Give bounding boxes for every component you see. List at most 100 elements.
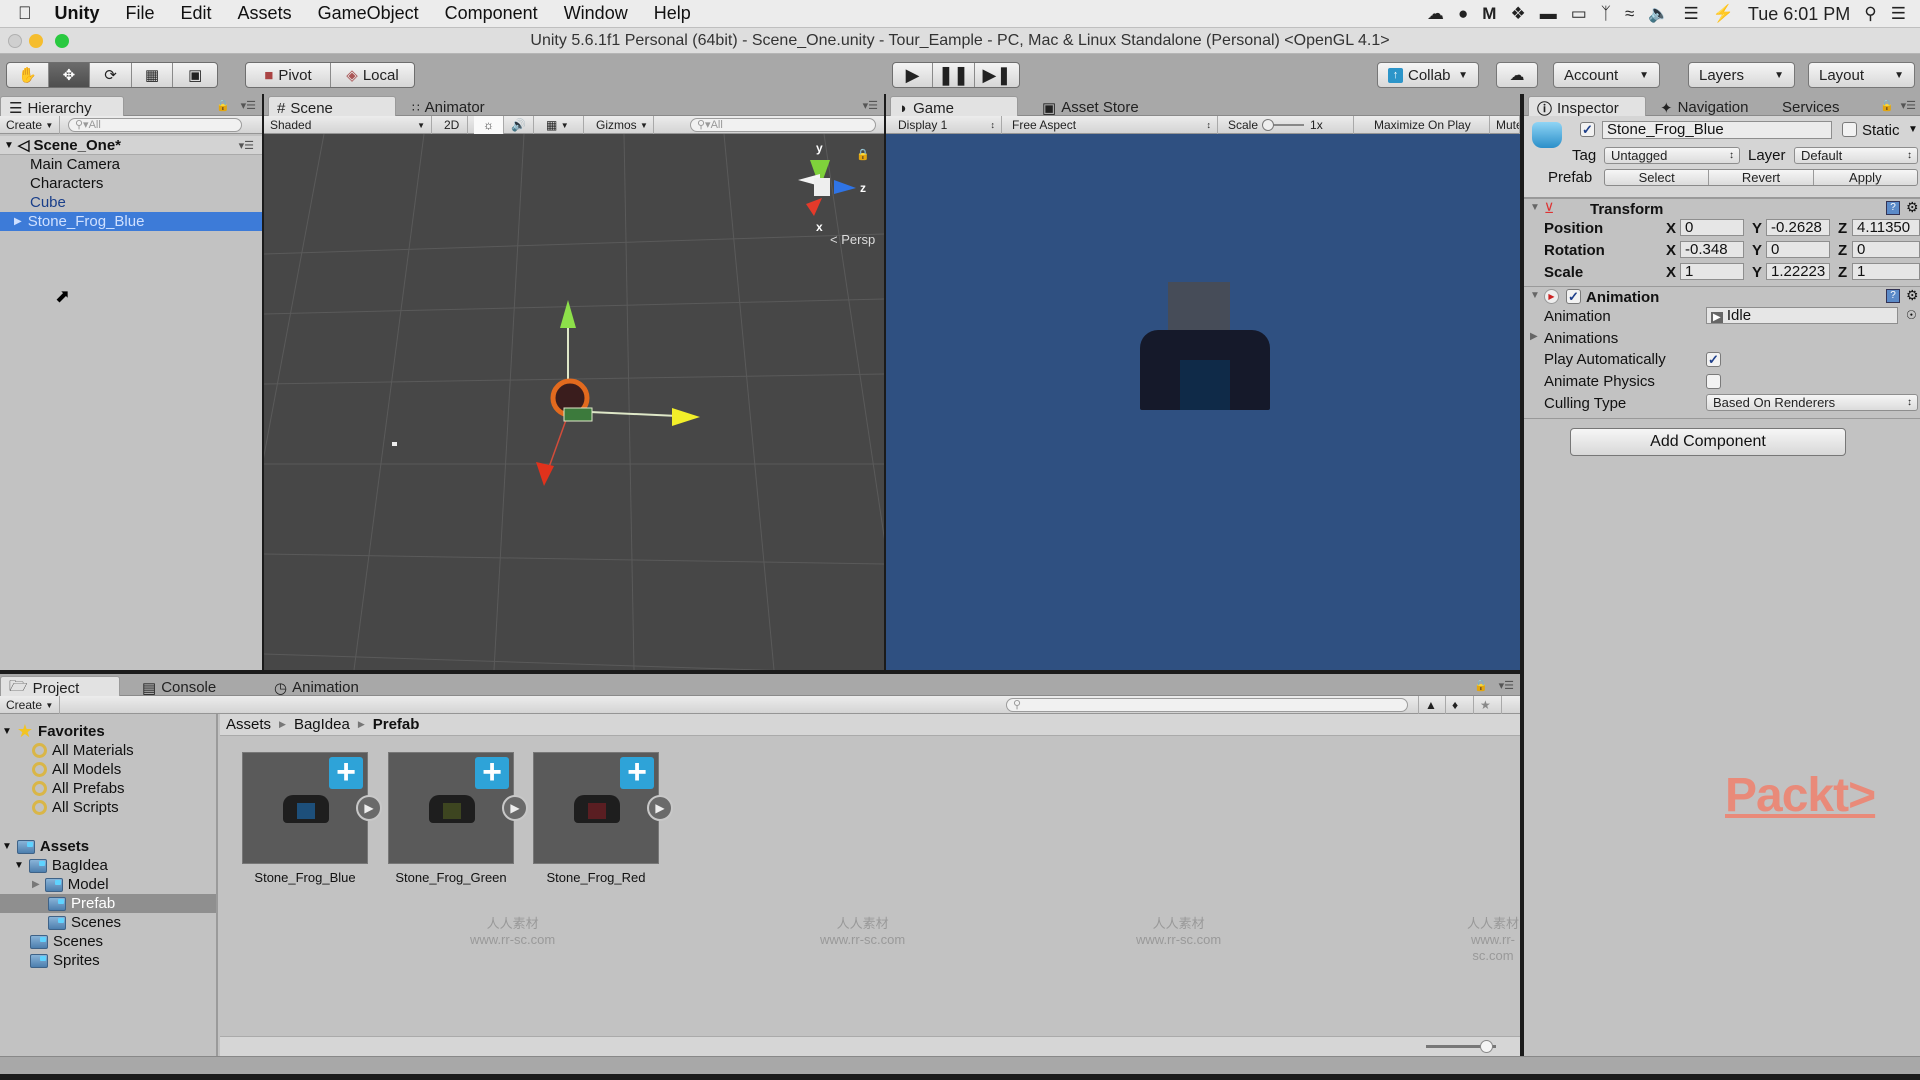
object-name-input[interactable]: Stone_Frog_Blue xyxy=(1602,121,1832,139)
static-checkbox[interactable] xyxy=(1842,122,1857,137)
hierarchy-item-main-camera[interactable]: Main Camera xyxy=(0,155,262,174)
tab-game[interactable]: ◗ Game xyxy=(890,96,1018,117)
gizmo-plane-handle[interactable] xyxy=(563,407,593,422)
project-create-button[interactable]: Create ▼ xyxy=(0,696,60,714)
lock-icon[interactable]: 🔒 xyxy=(1880,99,1894,112)
object-active-checkbox[interactable]: ✓ xyxy=(1580,122,1595,137)
scale-tool-button[interactable]: ▦ xyxy=(132,63,174,87)
tab-animation[interactable]: ◷ Animation xyxy=(266,676,369,697)
favorite-all-materials[interactable]: All Materials xyxy=(32,741,134,760)
play-button[interactable]: ▶ xyxy=(893,63,933,87)
light-gizmo[interactable] xyxy=(392,442,397,446)
panel-menu-icon[interactable]: ▾☰ xyxy=(1499,679,1514,692)
pause-button[interactable]: ❚❚ xyxy=(933,63,975,87)
layout-dropdown[interactable]: Layout ▼ xyxy=(1808,62,1915,88)
panel-menu-icon[interactable]: ▾☰ xyxy=(1901,99,1916,112)
favorite-all-models[interactable]: All Models xyxy=(32,760,121,779)
collab-dropdown[interactable]: ↑ Collab ▼ xyxy=(1377,62,1479,88)
step-button[interactable]: ▶❚ xyxy=(975,63,1019,87)
local-button[interactable]: ◈ Local xyxy=(331,63,414,87)
battery-bar-icon[interactable]: ▬ xyxy=(1540,4,1557,24)
folder-prefab[interactable]: Prefab xyxy=(0,894,216,913)
animate-physics-checkbox[interactable] xyxy=(1706,374,1721,389)
position-x-field[interactable]: 0 xyxy=(1680,219,1744,236)
scale-y-field[interactable]: 1.22223 xyxy=(1766,263,1830,280)
collapse-arrow-icon[interactable]: ▼ xyxy=(1530,202,1540,213)
hierarchy-create-button[interactable]: Create ▼ xyxy=(0,116,60,134)
gear-icon[interactable]: ⚙ xyxy=(1906,287,1919,304)
panel-menu-icon[interactable]: ▾☰ xyxy=(863,99,878,112)
rotation-x-field[interactable]: -0.348 xyxy=(1680,241,1744,258)
tab-project[interactable]: 🗁 Project xyxy=(0,676,120,697)
tab-services[interactable]: Services xyxy=(1774,96,1850,117)
position-y-field[interactable]: -0.2628 xyxy=(1766,219,1830,236)
tab-hierarchy[interactable]: ☰ Hierarchy xyxy=(0,96,124,117)
dropbox-icon[interactable]: ❖ xyxy=(1510,4,1525,24)
bluetooth-icon[interactable]: ᛉ xyxy=(1601,4,1611,24)
expand-arrow-icon[interactable]: ▶ xyxy=(32,879,40,890)
favorites-header[interactable]: ▼ ★ Favorites xyxy=(2,721,105,741)
asset-thumbnail[interactable]: + ▶ xyxy=(533,752,673,864)
project-search-input[interactable]: ⚲ xyxy=(1006,698,1408,712)
scene-menu-icon[interactable]: ▾☰ xyxy=(239,139,254,152)
airplay-icon[interactable]: ▭ xyxy=(1571,4,1587,24)
tab-console[interactable]: ▤ Console xyxy=(134,676,226,697)
asset-thumbnail[interactable]: + ▶ xyxy=(242,752,382,864)
move-gizmo[interactable] xyxy=(530,290,730,490)
folder-scenes[interactable]: Scenes xyxy=(30,932,103,951)
layers-dropdown[interactable]: Layers ▼ xyxy=(1688,62,1795,88)
hierarchy-item-stone-frog-blue[interactable]: ▶ Stone_Frog_Blue xyxy=(0,212,262,231)
display-dropdown[interactable]: Display 1 ↕ xyxy=(892,116,1002,134)
scene-viewport[interactable]: y z x < Persp 🔒 xyxy=(264,134,884,670)
folder-bagidea[interactable]: ▼ BagIdea xyxy=(14,856,108,875)
tab-asset-store[interactable]: ▣ Asset Store xyxy=(1034,96,1149,117)
static-dropdown-icon[interactable]: ▼ xyxy=(1908,124,1918,135)
gizmo-x-arrow-icon[interactable] xyxy=(672,408,700,426)
tab-animator[interactable]: ∷ Animator xyxy=(404,96,495,117)
hierarchy-item-characters[interactable]: Characters xyxy=(0,174,262,193)
gizmo-y-arrow-icon[interactable] xyxy=(560,300,576,328)
shading-mode-dropdown[interactable]: Shaded ▼ xyxy=(264,116,432,134)
scene-lighting-toggle[interactable]: ☼ xyxy=(474,116,504,134)
aspect-dropdown[interactable]: Free Aspect ↕ xyxy=(1006,116,1218,134)
gizmo-z-arrow-icon[interactable] xyxy=(536,462,554,486)
tab-scene[interactable]: # Scene xyxy=(268,96,396,117)
menu-component[interactable]: Component xyxy=(432,3,551,24)
animation-enabled-checkbox[interactable]: ✓ xyxy=(1566,289,1581,304)
2d-toggle[interactable]: 2D xyxy=(438,116,468,134)
scene-audio-toggle[interactable]: 🔊 xyxy=(504,116,534,134)
lock-icon[interactable]: 🔒 xyxy=(856,148,870,161)
add-prefab-icon[interactable]: + xyxy=(329,755,363,789)
wifi-icon[interactable]: ≈ xyxy=(1625,4,1634,24)
object-picker-icon[interactable]: ☉ xyxy=(1906,308,1917,322)
prefab-apply-button[interactable]: Apply xyxy=(1814,170,1917,185)
maximize-on-play-toggle[interactable]: Maximize On Play xyxy=(1368,116,1490,134)
apple-menu-icon[interactable]:  xyxy=(0,3,42,24)
favorite-all-scripts[interactable]: All Scripts xyxy=(32,798,119,817)
scene-header[interactable]: ▼ ◁ Scene_One* ▾☰ xyxy=(0,136,262,155)
notification-center-icon[interactable]: ☰ xyxy=(1891,4,1906,24)
tab-navigation[interactable]: ✦ Navigation xyxy=(1652,96,1758,117)
scale-slider[interactable] xyxy=(1262,119,1305,131)
expand-arrow-icon[interactable]: ▼ xyxy=(4,140,14,151)
lock-icon[interactable]: 🔒 xyxy=(1474,679,1488,692)
transform-header[interactable]: ▼ ⊻ Transform ? ⚙ xyxy=(1524,198,1920,218)
scene-effects-dropdown[interactable]: ▦ ▼ xyxy=(540,116,584,134)
scale-x-field[interactable]: 1 xyxy=(1680,263,1744,280)
breadcrumb-assets[interactable]: Assets xyxy=(226,716,271,733)
menu-file[interactable]: File xyxy=(113,3,168,24)
asset-thumbnail[interactable]: + ▶ xyxy=(388,752,528,864)
add-prefab-icon[interactable]: + xyxy=(620,755,654,789)
help-icon[interactable]: ? xyxy=(1886,201,1900,215)
clock[interactable]: Tue 6:01 PM xyxy=(1748,4,1850,25)
prefab-revert-button[interactable]: Revert xyxy=(1709,170,1814,185)
rotation-z-field[interactable]: 0 xyxy=(1852,241,1920,258)
expand-arrow-icon[interactable]: ▼ xyxy=(14,860,24,871)
mute-audio-toggle[interactable]: Mute xyxy=(1490,116,1520,134)
search-by-type-button[interactable]: ▲ xyxy=(1418,696,1446,714)
expand-arrow-icon[interactable]: ▼ xyxy=(2,726,12,737)
hierarchy-item-cube[interactable]: Cube xyxy=(0,193,262,212)
position-z-field[interactable]: 4.11350 xyxy=(1852,219,1920,236)
scene-search-input[interactable]: ⚲▾All xyxy=(690,118,876,132)
spotlight-search-icon[interactable]: ⚲ xyxy=(1864,4,1876,24)
